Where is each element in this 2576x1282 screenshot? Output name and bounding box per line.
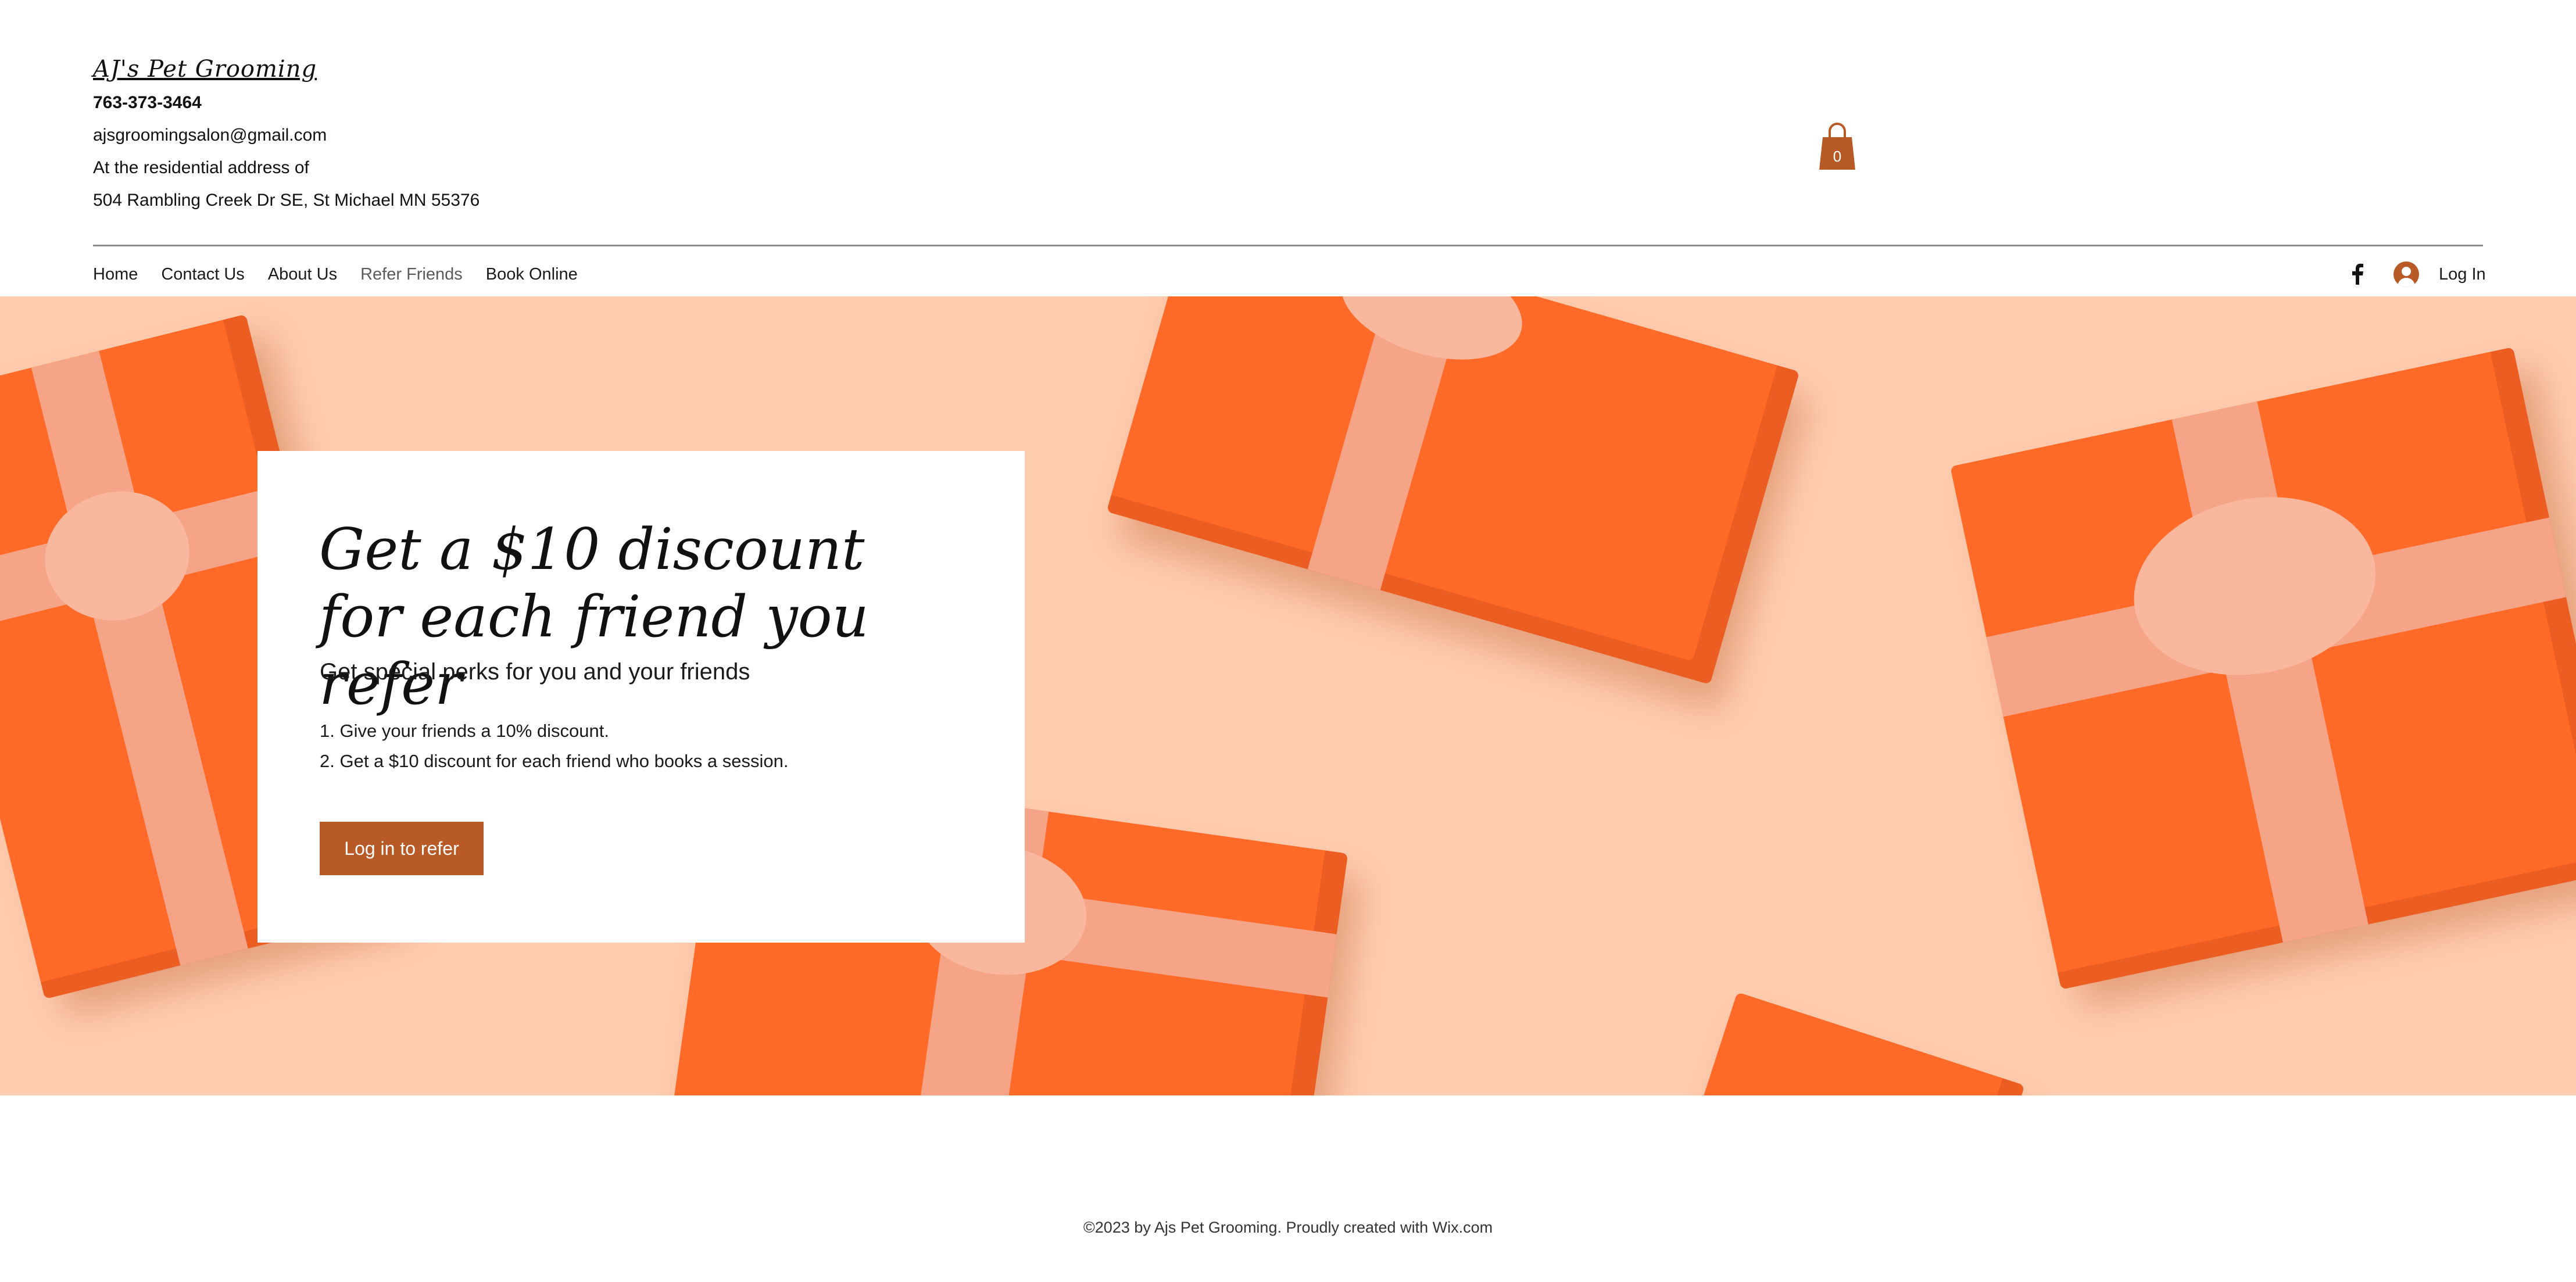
phone-number: 763-373-3464 — [93, 93, 202, 112]
referral-subhead: Get special perks for you and your frien… — [320, 659, 750, 685]
cart-count: 0 — [1833, 148, 1841, 165]
gift-box-image — [1106, 296, 1800, 685]
cart-button[interactable]: 0 — [1818, 120, 1856, 172]
referral-step-1: 1. Give your friends a 10% discount. — [320, 721, 609, 741]
footer-text: ©2023 by Ajs Pet Grooming. Proudly creat… — [1083, 1219, 1493, 1236]
facebook-icon — [2352, 263, 2363, 285]
email-address: ajsgroomingsalon@gmail.com — [93, 126, 327, 145]
referral-card: Get a $10 discount for each friend you r… — [257, 451, 1025, 943]
avatar-icon — [2393, 262, 2419, 287]
login-button[interactable]: Log In — [2393, 262, 2486, 287]
site-title[interactable]: AJ's Pet Grooming — [93, 56, 317, 83]
login-to-refer-button[interactable]: Log in to refer — [320, 822, 484, 875]
address-line-1: At the residential address of — [93, 158, 309, 177]
gift-box-image — [1683, 991, 2025, 1095]
referral-step-2: 2. Get a $10 discount for each friend wh… — [320, 751, 789, 771]
nav-item-refer-friends[interactable]: Refer Friends — [360, 265, 463, 284]
main-nav: Home Contact Us About Us Refer Friends B… — [93, 265, 578, 284]
nav-item-book-online[interactable]: Book Online — [486, 265, 578, 284]
header-divider — [93, 245, 2483, 246]
nav-item-about-us[interactable]: About Us — [268, 265, 337, 284]
shopping-bag-icon: 0 — [1819, 123, 1855, 170]
address-line-2: 504 Rambling Creek Dr SE, St Michael MN … — [93, 191, 480, 210]
referral-steps: 1. Give your friends a 10% discount. 2. … — [320, 716, 788, 776]
hero-banner: Get a $10 discount for each friend you r… — [0, 296, 2576, 1095]
nav-item-home[interactable]: Home — [93, 265, 138, 284]
login-label: Log In — [2439, 264, 2486, 284]
gift-box-image — [1950, 347, 2576, 990]
referral-headline: Get a $10 discount for each friend you r… — [319, 517, 869, 718]
facebook-link[interactable] — [2348, 263, 2368, 286]
nav-item-contact-us[interactable]: Contact Us — [161, 265, 244, 284]
